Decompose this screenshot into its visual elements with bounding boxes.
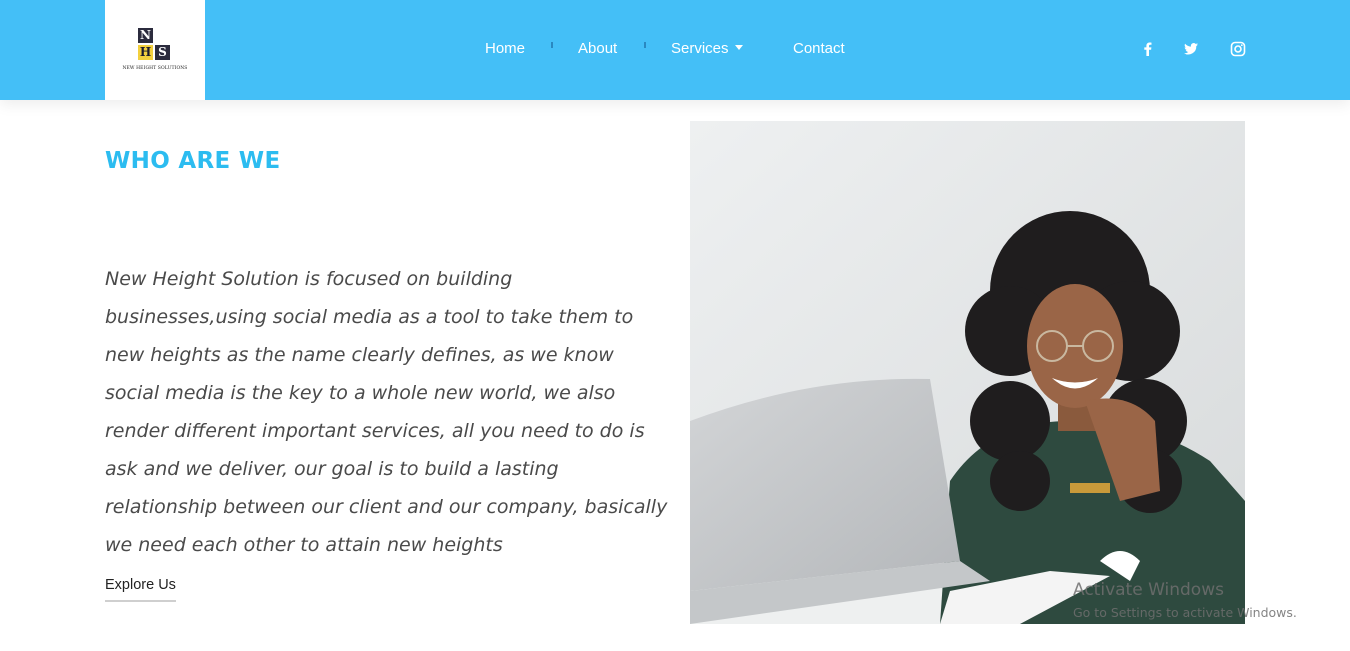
about-photo <box>690 121 1245 624</box>
nav-about[interactable]: About <box>578 40 617 57</box>
nav-divider <box>551 42 553 48</box>
logo[interactable]: N H S NEW HEIGHT SOLUTIONS <box>105 0 205 100</box>
facebook-icon[interactable] <box>1139 40 1157 58</box>
logo-mark: N H S <box>138 28 171 62</box>
activate-windows-subtitle: Go to Settings to activate Windows. <box>1073 605 1297 620</box>
nav-home[interactable]: Home <box>485 40 525 57</box>
about-paragraph: New Height Solution is focused on buildi… <box>105 268 668 556</box>
logo-letter-h: H <box>138 45 153 60</box>
activate-windows-title: Activate Windows <box>1073 580 1224 600</box>
nav-contact[interactable]: Contact <box>793 40 845 57</box>
explore-us-link[interactable]: Explore Us <box>105 577 176 602</box>
logo-letter-s: S <box>155 45 170 60</box>
logo-tagline: NEW HEIGHT SOLUTIONS <box>122 66 188 71</box>
twitter-icon[interactable] <box>1182 40 1200 58</box>
main-nav: Home About Services Contact <box>470 0 870 100</box>
top-navbar: N H S NEW HEIGHT SOLUTIONS Home About Se… <box>0 0 1350 100</box>
nav-services-label: Services <box>671 40 729 57</box>
logo-letter-n: N <box>138 28 153 43</box>
woman-with-laptop-image <box>690 121 1245 624</box>
nav-divider <box>644 42 646 48</box>
instagram-icon[interactable] <box>1229 40 1247 58</box>
section-title: WHO ARE WE <box>105 148 281 174</box>
chevron-down-icon <box>734 44 743 50</box>
nav-services[interactable]: Services <box>671 40 743 57</box>
